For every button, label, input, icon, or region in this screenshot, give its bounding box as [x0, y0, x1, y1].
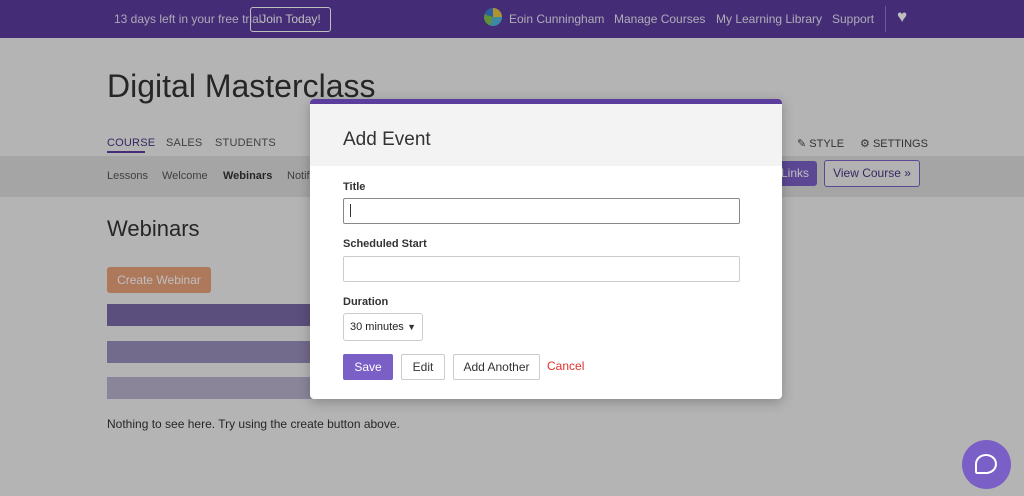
scheduled-start-label: Scheduled Start: [343, 238, 427, 250]
duration-select[interactable]: 30 minutes ▼: [343, 313, 423, 341]
add-event-modal: Add Event Title Scheduled Start Duration…: [310, 99, 782, 399]
title-input[interactable]: [343, 198, 740, 224]
duration-value: 30 minutes: [350, 321, 404, 333]
chat-button[interactable]: [962, 440, 1011, 489]
edit-button[interactable]: Edit: [401, 354, 445, 380]
text-caret: [350, 204, 351, 217]
chat-bubble-icon: [975, 454, 997, 474]
chevron-down-icon: ▼: [407, 322, 416, 332]
modal-title: Add Event: [343, 129, 431, 150]
duration-label: Duration: [343, 296, 389, 308]
cancel-link[interactable]: Cancel: [547, 354, 587, 380]
scheduled-start-input[interactable]: [343, 256, 740, 282]
title-label: Title: [343, 181, 366, 193]
save-button[interactable]: Save: [343, 354, 393, 380]
add-another-button[interactable]: Add Another: [453, 354, 540, 380]
modal-header: Add Event: [310, 104, 782, 166]
